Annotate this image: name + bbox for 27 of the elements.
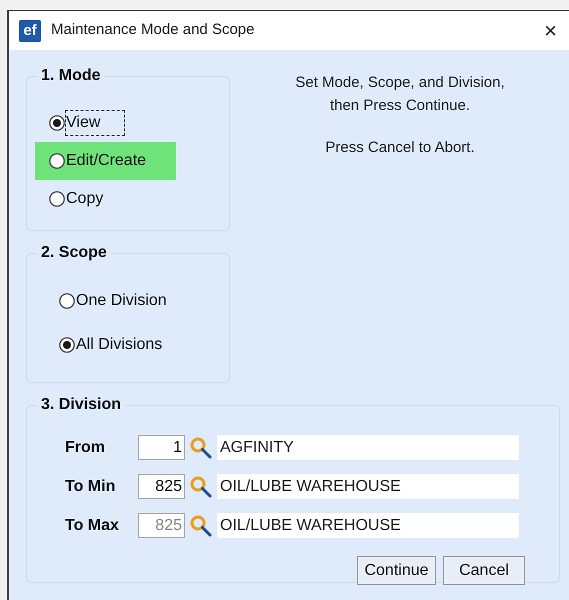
highlighted-radio-option[interactable]: Edit/Create	[35, 142, 176, 180]
number-field[interactable]: 825	[138, 474, 185, 499]
radio-option[interactable]: All Divisions	[59, 333, 162, 357]
cancel-button[interactable]: Cancel	[443, 556, 525, 585]
field-label: To Min	[65, 476, 116, 496]
instruction-text: Set Mode, Scope, and Division,	[295, 73, 505, 93]
field-label: From	[65, 438, 106, 458]
window-title: Maintenance Mode and Scope	[51, 20, 254, 40]
search-icon[interactable]	[189, 514, 213, 538]
close-button[interactable]: ×	[542, 20, 559, 42]
description-field: OIL/LUBE WAREHOUSE	[217, 474, 519, 499]
description-field: OIL/LUBE WAREHOUSE	[217, 513, 519, 538]
app-logo: ef	[19, 20, 41, 42]
radio-option[interactable]: Copy	[35, 180, 176, 218]
instruction-text: Press Cancel to Abort.	[325, 138, 475, 158]
group-title: 2. Scope	[40, 243, 108, 263]
search-icon[interactable]	[189, 436, 213, 460]
radio-option[interactable]: One Division	[59, 289, 167, 313]
description-field: AGFINITY	[217, 435, 519, 460]
field-label: To Max	[65, 516, 120, 536]
instruction-text: then Press Continue.	[330, 96, 470, 116]
radio-option[interactable]: View	[35, 104, 176, 142]
search-icon[interactable]	[189, 474, 213, 498]
group-title: 1. Mode	[40, 66, 102, 86]
group-title: 3. Division	[40, 395, 122, 415]
number-field[interactable]: 1	[138, 435, 185, 460]
continue-button[interactable]: Continue	[357, 556, 436, 585]
